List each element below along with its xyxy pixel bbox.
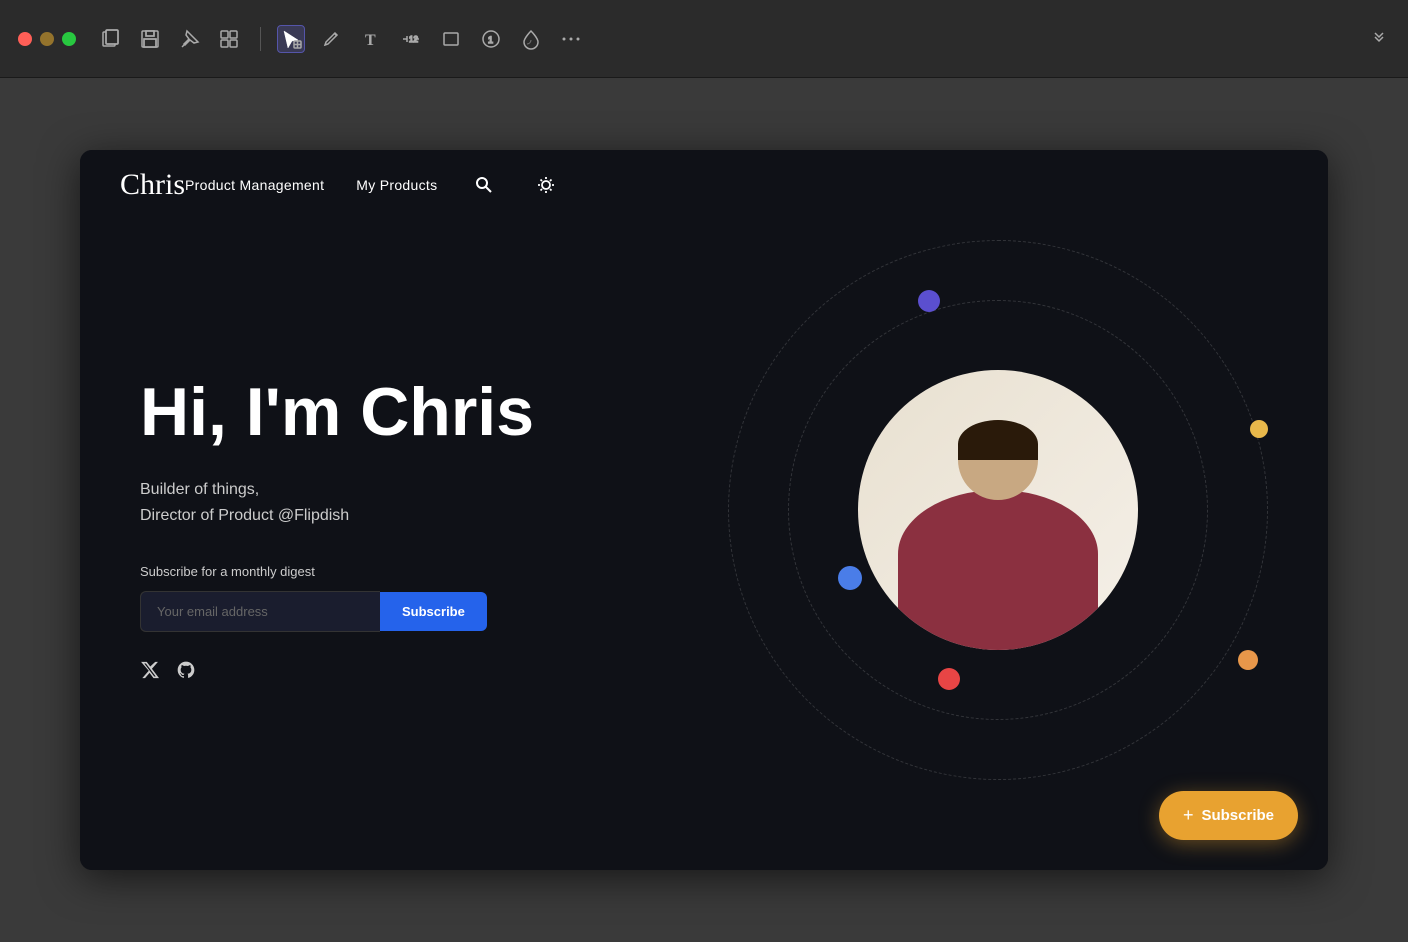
github-icon[interactable]: [176, 660, 196, 685]
svg-text:12: 12: [409, 35, 418, 44]
text-tool-icon[interactable]: T: [357, 25, 385, 53]
subscribe-button[interactable]: Subscribe: [380, 592, 487, 631]
person-head: [958, 420, 1038, 500]
subscribe-label: Subscribe for a monthly digest: [140, 564, 708, 579]
profile-image: [858, 370, 1138, 650]
close-button[interactable]: [18, 32, 32, 46]
pin-icon[interactable]: [176, 25, 204, 53]
floating-subscribe-label: Subscribe: [1201, 807, 1274, 824]
design-frame: Chris Product Management My Products: [80, 150, 1328, 870]
person-silhouette: [898, 420, 1098, 650]
nav-my-products[interactable]: My Products: [356, 177, 437, 193]
measure-tool-icon[interactable]: 12: [397, 25, 425, 53]
more-options-icon[interactable]: [557, 25, 585, 53]
orbit-dot-orange: [1238, 650, 1258, 670]
rect-tool-icon[interactable]: [437, 25, 465, 53]
minimize-button[interactable]: [40, 32, 54, 46]
copy-pages-icon[interactable]: [96, 25, 124, 53]
svg-text:1: 1: [488, 35, 493, 45]
nav-product-management[interactable]: Product Management: [185, 177, 324, 193]
subtitle-line2: Director of Product @Flipdish: [140, 503, 708, 529]
hero-illustration: [708, 220, 1288, 800]
email-input[interactable]: [140, 591, 380, 632]
drop-tool-icon[interactable]: [517, 25, 545, 53]
floating-subscribe-button[interactable]: + Subscribe: [1159, 791, 1298, 840]
orbit-dot-blue: [838, 566, 862, 590]
select-tool-icon[interactable]: [277, 25, 305, 53]
toolbar: T 12 1: [0, 0, 1408, 78]
main-area: Chris Product Management My Products: [0, 78, 1408, 942]
hero-section: Hi, I'm Chris Builder of things, Directo…: [80, 150, 1328, 870]
orbit-dot-red: [938, 668, 960, 690]
circle-number-icon[interactable]: 1: [477, 25, 505, 53]
subtitle-line1: Builder of things,: [140, 477, 708, 503]
site-logo[interactable]: Chris: [120, 168, 185, 202]
expand-toolbar-icon[interactable]: [1368, 25, 1390, 52]
hero-subtitle: Builder of things, Director of Product @…: [140, 477, 708, 528]
theme-toggle-icon[interactable]: [531, 170, 561, 200]
orbit-dot-purple: [918, 290, 940, 312]
search-icon[interactable]: [469, 170, 499, 200]
site-nav: Chris Product Management My Products: [80, 150, 1328, 220]
subscribe-form: Subscribe: [140, 591, 708, 632]
hero-title: Hi, I'm Chris: [140, 375, 708, 450]
save-icon[interactable]: [136, 25, 164, 53]
plus-icon: +: [1183, 805, 1194, 826]
social-links: [140, 660, 708, 685]
orbit-dot-yellow: [1250, 420, 1268, 438]
nav-links: Product Management My Products: [185, 170, 561, 200]
twitter-icon[interactable]: [140, 660, 160, 685]
person-body: [898, 490, 1098, 650]
pen-tool-icon[interactable]: [317, 25, 345, 53]
person-hair: [958, 420, 1038, 460]
grid-pages-icon[interactable]: [216, 25, 244, 53]
svg-text:T: T: [365, 32, 376, 49]
maximize-button[interactable]: [62, 32, 76, 46]
hero-content-left: Hi, I'm Chris Builder of things, Directo…: [140, 335, 708, 686]
separator-1: [260, 27, 261, 51]
traffic-lights: [18, 32, 76, 46]
